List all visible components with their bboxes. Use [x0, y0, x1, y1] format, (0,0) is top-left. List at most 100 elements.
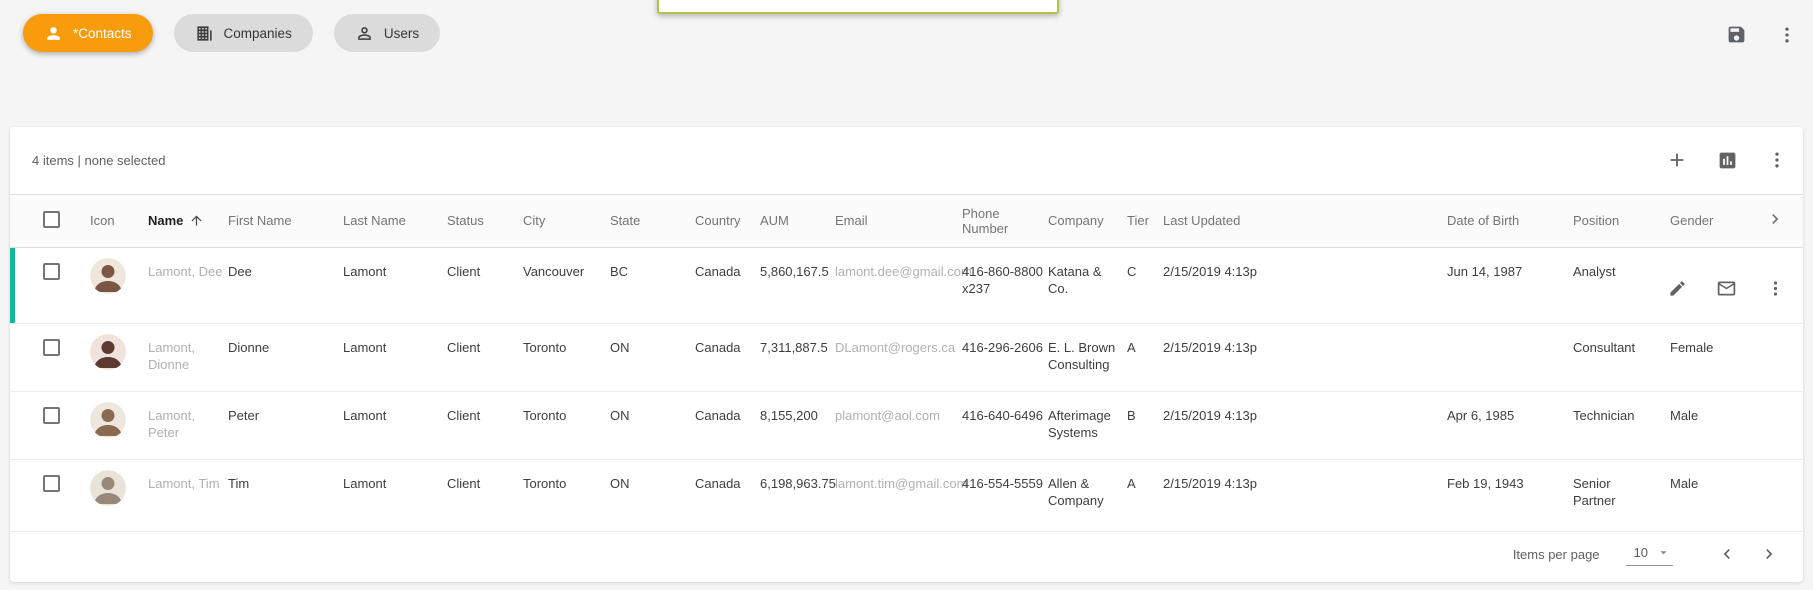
- avatar: [90, 334, 126, 370]
- column-header-company[interactable]: Company: [1046, 195, 1125, 247]
- save-floppy-icon: [1726, 24, 1747, 45]
- cell-aum: 6,198,963.75: [758, 459, 833, 531]
- tab-users[interactable]: Users: [334, 14, 440, 52]
- cell-scroll: [1763, 323, 1803, 391]
- column-header-position[interactable]: Position: [1571, 195, 1668, 247]
- cell-last_updated: 2/15/2019 4:13p: [1161, 247, 1445, 323]
- email-row-button[interactable]: [1716, 278, 1737, 299]
- kebab-menu-icon: [1777, 25, 1797, 45]
- cell-last_name: Lamont: [341, 459, 445, 531]
- list-more-button[interactable]: [1767, 150, 1787, 170]
- cell-icon: [80, 247, 146, 323]
- tab-contacts[interactable]: *Contacts: [23, 14, 153, 52]
- cell-status: Client: [445, 247, 521, 323]
- add-contact-button[interactable]: [1666, 149, 1688, 171]
- cell-email: lamont.dee@gmail.com: [833, 247, 960, 323]
- save-button[interactable]: [1726, 24, 1747, 45]
- chart-view-button[interactable]: [1717, 150, 1738, 171]
- cell-aum: 7,311,887.5: [758, 323, 833, 391]
- next-page-button[interactable]: [1759, 544, 1779, 564]
- cell-position: Senior Partner: [1571, 459, 1668, 531]
- contacts-table: IconNameFirst NameLast NameStatusCitySta…: [10, 195, 1803, 532]
- cell-state: ON: [608, 391, 693, 459]
- scroll-columns-header: [1763, 195, 1803, 247]
- tab-companies-label: Companies: [224, 26, 292, 41]
- column-header-email[interactable]: Email: [833, 195, 960, 247]
- tab-contacts-label: *Contacts: [73, 26, 132, 41]
- cell-gender: Male: [1668, 459, 1763, 531]
- cell-select: [10, 323, 80, 391]
- cell-email: lamont.tim@gmail.com: [833, 459, 960, 531]
- cell-tier: A: [1125, 459, 1161, 531]
- table-row[interactable]: Lamont, TimTimLamontClientTorontoONCanad…: [10, 459, 1803, 531]
- previous-page-button[interactable]: [1717, 544, 1737, 564]
- cell-status: Client: [445, 391, 521, 459]
- cell-dob: Jun 14, 1987: [1445, 247, 1571, 323]
- row-more-button[interactable]: [1766, 278, 1785, 299]
- row-checkbox[interactable]: [43, 407, 60, 424]
- column-header-city[interactable]: City: [521, 195, 608, 247]
- avatar: [90, 258, 126, 294]
- scroll-columns-right-button[interactable]: [1765, 209, 1785, 229]
- avatar: [90, 470, 126, 506]
- column-header-phone[interactable]: Phone Number: [960, 195, 1046, 247]
- entity-tabs: *Contacts Companies Users: [23, 14, 440, 52]
- cell-aum: 5,860,167.5: [758, 247, 833, 323]
- column-header-last_name[interactable]: Last Name: [341, 195, 445, 247]
- cell-aum: 8,155,200: [758, 391, 833, 459]
- cell-first_name: Tim: [226, 459, 341, 531]
- column-header-tier[interactable]: Tier: [1125, 195, 1161, 247]
- person-filled-icon: [44, 24, 63, 43]
- cell-country: Canada: [693, 247, 758, 323]
- column-header-name[interactable]: Name: [146, 195, 226, 247]
- chevron-down-icon: [1656, 545, 1671, 560]
- edit-pencil-icon: [1668, 279, 1687, 298]
- edit-row-button[interactable]: [1668, 278, 1687, 299]
- person-outline-icon: [355, 24, 374, 43]
- select-all-header: [10, 195, 80, 247]
- cell-tier: C: [1125, 247, 1161, 323]
- row-checkbox[interactable]: [43, 339, 60, 356]
- toolbar-more-button[interactable]: [1777, 25, 1797, 45]
- cell-company: Allen & Company: [1046, 459, 1125, 531]
- column-header-state[interactable]: State: [608, 195, 693, 247]
- tab-users-label: Users: [384, 26, 419, 41]
- table-header-row: IconNameFirst NameLast NameStatusCitySta…: [10, 195, 1803, 247]
- chevron-left-icon: [1717, 544, 1737, 564]
- cell-tier: A: [1125, 323, 1161, 391]
- building-icon: [195, 24, 214, 43]
- row-checkbox[interactable]: [43, 475, 60, 492]
- table-row[interactable]: Lamont, DionneDionneLamontClientTorontoO…: [10, 323, 1803, 391]
- column-header-dob[interactable]: Date of Birth: [1445, 195, 1571, 247]
- cell-position: Analyst: [1571, 247, 1668, 323]
- kebab-menu-icon: [1766, 279, 1785, 298]
- cell-phone: 416-296-2606: [960, 323, 1046, 391]
- page-size-select[interactable]: 10: [1626, 542, 1673, 566]
- cell-position: Technician: [1571, 391, 1668, 459]
- cell-company: E. L. Brown Consulting: [1046, 323, 1125, 391]
- search-filter-bar: lamont Country City Company Status: [0, 72, 1813, 120]
- cell-city: Toronto: [521, 323, 608, 391]
- cell-name: Lamont, Peter: [146, 391, 226, 459]
- column-header-icon[interactable]: Icon: [80, 195, 146, 247]
- cell-icon: [80, 391, 146, 459]
- cell-first_name: Peter: [226, 391, 341, 459]
- column-header-gender[interactable]: Gender: [1668, 195, 1763, 247]
- row-checkbox[interactable]: [43, 263, 60, 280]
- table-row[interactable]: Lamont, PeterPeterLamontClientTorontoONC…: [10, 391, 1803, 459]
- cell-state: ON: [608, 323, 693, 391]
- cell-phone: 416-554-5559: [960, 459, 1046, 531]
- column-header-status[interactable]: Status: [445, 195, 521, 247]
- column-header-last_updated[interactable]: Last Updated: [1161, 195, 1445, 247]
- tab-companies[interactable]: Companies: [174, 14, 313, 52]
- column-header-first_name[interactable]: First Name: [226, 195, 341, 247]
- select-all-checkbox[interactable]: [43, 211, 60, 228]
- column-header-aum[interactable]: AUM: [758, 195, 833, 247]
- pagination: Items per page 10: [1513, 542, 1779, 566]
- cell-last_updated: 2/15/2019 4:13p: [1161, 391, 1445, 459]
- cell-status: Client: [445, 323, 521, 391]
- table-row[interactable]: Lamont, DeeDeeLamontClientVancouverBCCan…: [10, 247, 1803, 323]
- cell-name: Lamont, Dee: [146, 247, 226, 323]
- column-header-country[interactable]: Country: [693, 195, 758, 247]
- cell-last_updated: 2/15/2019 4:13p: [1161, 459, 1445, 531]
